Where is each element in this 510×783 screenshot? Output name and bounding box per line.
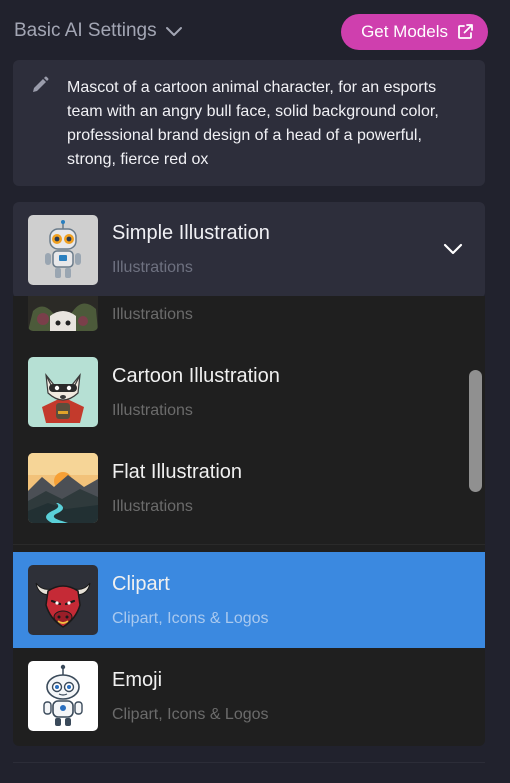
settings-toggle-label: Basic AI Settings: [14, 20, 157, 41]
dropdown-option-emoji[interactable]: Emoji Clipart, Icons & Logos: [13, 648, 485, 744]
style-dropdown-list: Illustrations Cartoon Illustration Illus…: [13, 296, 485, 746]
prompt-text: Mascot of a cartoon animal character, fo…: [67, 79, 439, 168]
get-models-button[interactable]: Get Models: [341, 14, 488, 50]
style-select[interactable]: Simple Illustration Illustrations: [13, 202, 485, 298]
dropdown-scrollbar[interactable]: [469, 370, 482, 492]
settings-header: Basic AI Settings Get Models: [14, 14, 488, 50]
option-title: Cartoon Illustration: [112, 365, 280, 387]
external-link-icon: [458, 24, 473, 39]
dropdown-option-cartoon-illustration[interactable]: Cartoon Illustration Illustrations: [13, 344, 485, 440]
bull-head-thumbnail: [28, 565, 98, 635]
option-category: Illustrations: [112, 498, 193, 515]
pencil-icon: [33, 76, 49, 92]
dropdown-option-flat-illustration[interactable]: Flat Illustration Illustrations: [13, 440, 485, 536]
selected-style-category: Illustrations: [112, 259, 193, 276]
floral-character-thumbnail: [28, 296, 98, 331]
option-category: Clipart, Icons & Logos: [112, 706, 269, 723]
category-separator: [13, 544, 485, 545]
dropdown-option-clipart[interactable]: Clipart Clipart, Icons & Logos: [13, 552, 485, 648]
get-models-label: Get Models: [361, 22, 448, 41]
robot-emoji-thumbnail: [28, 661, 98, 731]
option-title: Emoji: [112, 669, 163, 691]
option-title: Flat Illustration: [112, 461, 243, 483]
basic-ai-settings-toggle[interactable]: Basic AI Settings: [14, 20, 183, 42]
dropdown-option-partial[interactable]: Illustrations: [13, 296, 485, 344]
divider: [13, 762, 485, 763]
chevron-down-icon: [165, 27, 182, 36]
prompt-box[interactable]: Mascot of a cartoon animal character, fo…: [13, 60, 485, 186]
landscape-thumbnail: [28, 453, 98, 523]
option-category: Illustrations: [112, 402, 193, 419]
selected-style-title: Simple Illustration: [112, 222, 270, 244]
robot-thumbnail: [28, 215, 98, 285]
option-title: Clipart: [112, 573, 170, 595]
raccoon-hero-thumbnail: [28, 357, 98, 427]
chevron-down-icon: [443, 243, 463, 255]
option-category: Clipart, Icons & Logos: [112, 610, 269, 627]
option-category: Illustrations: [112, 306, 193, 323]
